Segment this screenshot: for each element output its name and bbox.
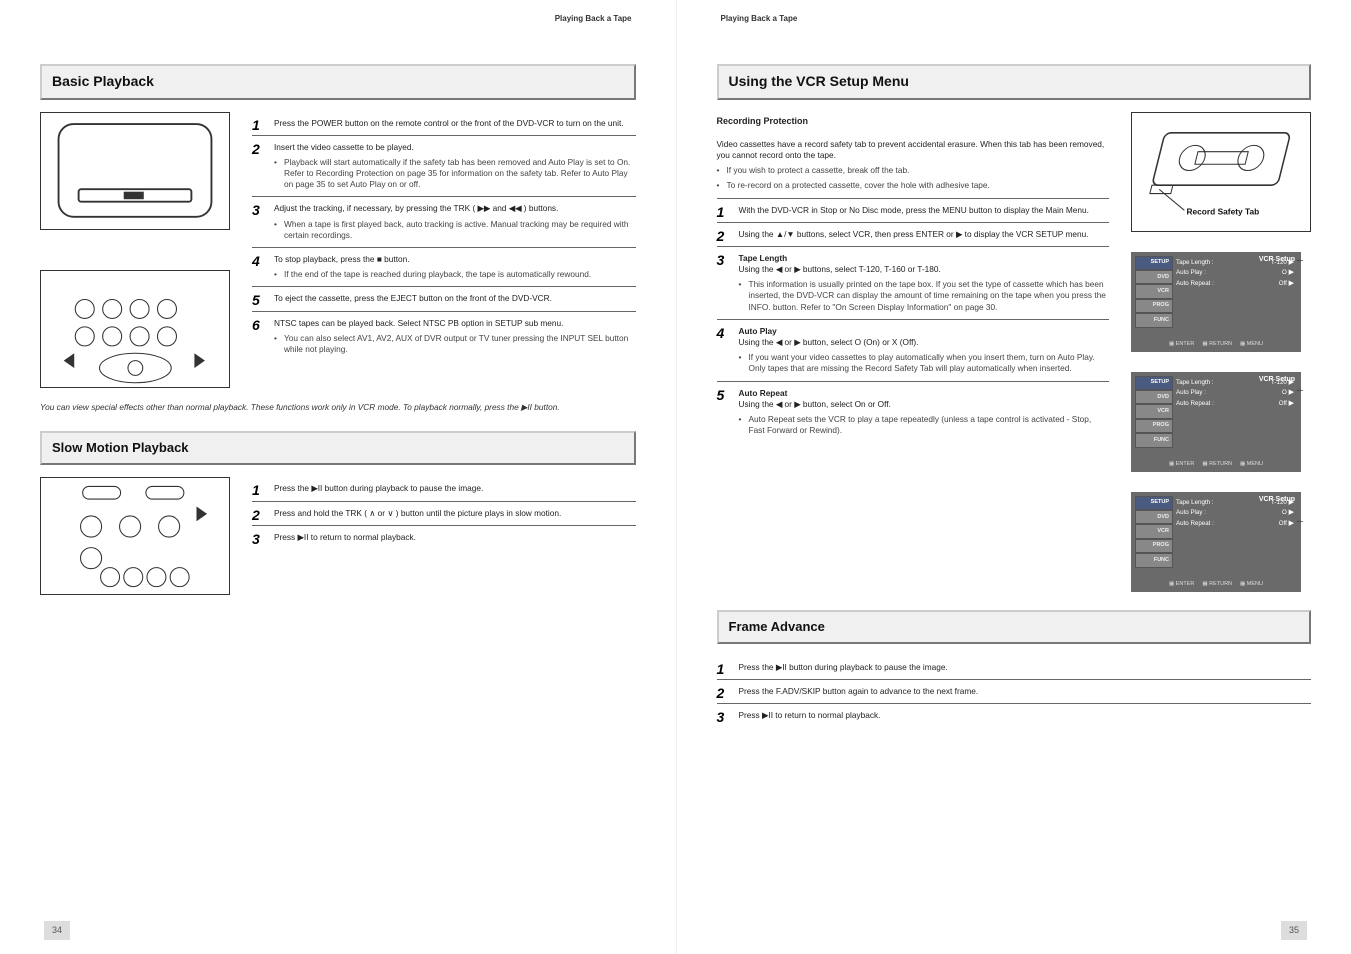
heading-frame-advance: Frame Advance: [717, 610, 1312, 644]
vcr-setup-menu-screenshot-2: VCR Setup SETUP DVD VCR PROG FUNC Tape L…: [1131, 372, 1301, 472]
playback-intro: You can view special effects other than …: [40, 402, 636, 414]
step-text: NTSC tapes can be played back. Select NT…: [274, 318, 563, 328]
heading-slow-motion: Slow Motion Playback: [40, 431, 636, 465]
step-text: With the DVD-VCR in Stop or No Disc mode…: [739, 205, 1089, 215]
remote-illustration-2: [40, 477, 230, 595]
step-text: Press ▶II to return to normal playback.: [739, 710, 881, 720]
step-text: Press the POWER button on the remote con…: [274, 118, 624, 128]
vcr-slot-illustration: [40, 112, 230, 230]
step-text: Press the ▶II button during playback to …: [739, 662, 948, 672]
basic-playback-steps: 1Press the POWER button on the remote co…: [252, 112, 636, 388]
step-text: Adjust the tracking, if necessary, by pr…: [274, 203, 558, 213]
step-text: Press ▶II to return to normal playback.: [274, 532, 416, 542]
page-right: Playing Back a Tape Using the VCR Setup …: [676, 0, 1351, 954]
section-label: Playing Back a Tape: [555, 14, 632, 24]
step-text: To eject the cassette, press the EJECT b…: [274, 293, 552, 303]
svg-text:Record Safety Tab: Record Safety Tab: [1186, 206, 1259, 216]
section-label: Playing Back a Tape: [721, 14, 798, 24]
step-text: Using the ▲/▼ buttons, select VCR, then …: [739, 229, 1089, 239]
remote-illustration-1: [40, 270, 230, 388]
page-number: 34: [44, 921, 70, 940]
step-text: Using the ◀ or ▶ buttons, select T-120, …: [739, 264, 941, 274]
step-text: Using the ◀ or ▶ button, select On or Of…: [739, 399, 891, 409]
vcr-setup-steps: Recording Protection Video cassettes hav…: [717, 112, 1110, 592]
vcr-setup-menu-screenshot-1: VCR Setup SETUP DVD VCR PROG FUNC Tape L…: [1131, 252, 1301, 352]
recording-protection-subhead: Recording Protection: [717, 116, 1110, 127]
step-text: Press the ▶II button during playback to …: [274, 483, 483, 493]
step-text: Insert the video cassette to be played.: [274, 142, 414, 152]
heading-vcr-setup-menu: Using the VCR Setup Menu: [717, 64, 1312, 100]
cassette-illustration: Record Safety Tab: [1131, 112, 1311, 232]
vcr-setup-menu-screenshot-3: VCR Setup SETUP DVD VCR PROG FUNC Tape L…: [1131, 492, 1301, 592]
page-left: Playing Back a Tape Basic Playback: [0, 0, 676, 954]
page-number: 35: [1281, 921, 1307, 940]
slow-motion-steps: 1Press the ▶II button during playback to…: [252, 477, 636, 595]
step-text: Press the F.ADV/SKIP button again to adv…: [739, 686, 979, 696]
step-text: To stop playback, press the ■ button.: [274, 254, 410, 264]
frame-advance-steps: 1Press the ▶II button during playback to…: [717, 656, 1312, 728]
step-text: Using the ◀ or ▶ button, select O (On) o…: [739, 337, 919, 347]
step-text: Press and hold the TRK ( ∧ or ∨ ) button…: [274, 508, 561, 518]
heading-basic-playback: Basic Playback: [40, 64, 636, 100]
